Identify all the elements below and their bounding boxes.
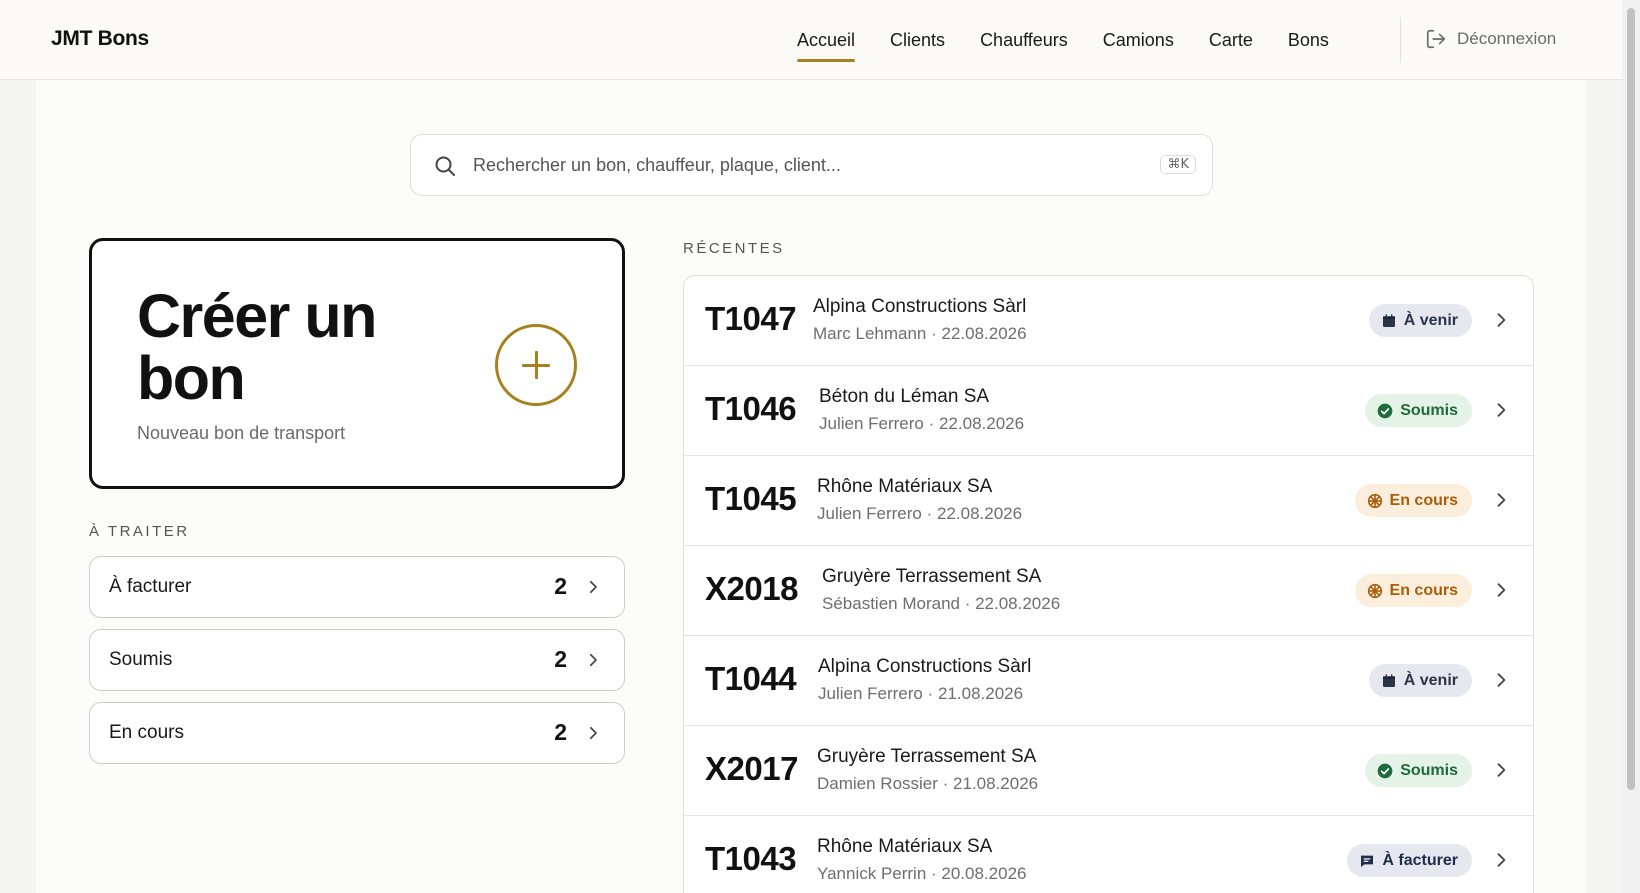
todo-label: Soumis — [109, 649, 173, 670]
bon-id: T1044 — [705, 660, 797, 697]
status-badge: À venir — [1368, 664, 1472, 697]
bon-client: Rhône Matériaux SA — [817, 836, 993, 857]
bon-client: Gruyère Terrassement SA — [817, 746, 1037, 767]
recent-row[interactable]: T1047 Alpina Constructions Sàrl Marc Leh… — [684, 276, 1533, 366]
recent-row[interactable]: X2018 Gruyère Terrassement SA Sébastien … — [684, 546, 1533, 636]
calendar-icon — [1382, 313, 1395, 327]
status-label: À venir — [1403, 311, 1458, 329]
recent-row[interactable]: T1045 Rhône Matériaux SA Julien Ferrero … — [684, 456, 1533, 546]
logout-button[interactable]: Déconnexion — [1425, 28, 1556, 50]
main-nav: Accueil Clients Chauffeurs Camions Carte… — [797, 0, 1364, 80]
chevron-right-icon — [589, 726, 597, 740]
chevron-right-icon — [1497, 853, 1506, 867]
create-bon-card[interactable]: Créer un bon Nouveau bon de transport — [89, 238, 625, 489]
bon-meta: Sébastien Morand · 22.08.2026 — [822, 594, 1061, 613]
recent-section-label: RÉCENTES — [683, 240, 785, 257]
bon-id: T1045 — [705, 480, 797, 517]
nav-item-chauffeurs[interactable]: Chauffeurs — [980, 0, 1068, 80]
nav-item-accueil[interactable]: Accueil — [797, 0, 856, 80]
chevron-right-icon — [1497, 493, 1506, 507]
status-label: À venir — [1403, 671, 1458, 689]
bon-id: T1043 — [705, 840, 797, 877]
nav-item-clients[interactable]: Clients — [890, 0, 945, 80]
top-navbar: JMT Bons Accueil Clients Chauffeurs Cami… — [0, 0, 1622, 80]
nav-item-bons[interactable]: Bons — [1288, 0, 1329, 80]
bon-meta: Yannick Perrin · 20.08.2026 — [817, 864, 1027, 883]
status-badge: En cours — [1354, 574, 1472, 607]
nav-divider — [1400, 17, 1401, 63]
todo-count: 2 — [554, 646, 567, 672]
bon-client: Béton du Léman SA — [819, 386, 990, 407]
status-badge: Soumis — [1365, 394, 1472, 427]
todo-label: En cours — [109, 722, 184, 743]
bon-meta: Marc Lehmann · 22.08.2026 — [813, 324, 1027, 343]
bon-meta: Julien Ferrero · 22.08.2026 — [817, 504, 1023, 523]
chevron-right-icon — [1497, 583, 1506, 597]
recent-row[interactable]: T1044 Alpina Constructions Sàrl Julien F… — [684, 636, 1533, 726]
scrollbar-thumb[interactable] — [1627, 8, 1635, 790]
logout-icon — [1426, 29, 1446, 49]
recent-row[interactable]: X2017 Gruyère Terrassement SA Damien Ros… — [684, 726, 1533, 816]
status-badge: En cours — [1354, 484, 1472, 517]
status-label: En cours — [1389, 581, 1458, 599]
bon-id: X2017 — [705, 750, 798, 787]
bon-id: T1046 — [705, 390, 797, 427]
todo-section-label: À TRAITER — [89, 523, 190, 540]
plus-circle-icon[interactable] — [495, 324, 577, 406]
calendar-icon — [1382, 673, 1395, 687]
status-label: En cours — [1389, 491, 1458, 509]
brand-logo[interactable]: JMT Bons — [51, 27, 149, 51]
recent-row[interactable]: T1046 Béton du Léman SA Julien Ferrero ·… — [684, 366, 1533, 456]
bon-meta: Damien Rossier · 21.08.2026 — [817, 774, 1039, 793]
search-input[interactable] — [473, 135, 1153, 195]
check-circle-icon — [1377, 763, 1393, 778]
search-icon — [435, 156, 455, 176]
todo-item-a-facturer[interactable]: À facturer 2 — [89, 556, 625, 618]
bon-id: T1047 — [705, 300, 797, 337]
status-label: Soumis — [1400, 401, 1458, 419]
bon-meta: Julien Ferrero · 22.08.2026 — [819, 414, 1025, 433]
bon-client: Rhône Matériaux SA — [817, 476, 993, 497]
nav-item-camions[interactable]: Camions — [1103, 0, 1174, 80]
todo-item-soumis[interactable]: Soumis 2 — [89, 629, 625, 691]
bon-client: Alpina Constructions Sàrl — [818, 656, 1032, 677]
todo-count: 2 — [554, 573, 567, 599]
chevron-right-icon — [589, 653, 597, 667]
bon-client: Alpina Constructions Sàrl — [813, 296, 1027, 317]
bon-meta: Julien Ferrero · 21.08.2026 — [818, 684, 1024, 703]
todo-item-en-cours[interactable]: En cours 2 — [89, 702, 625, 764]
chevron-right-icon — [1497, 313, 1506, 327]
chevron-right-icon — [1497, 403, 1506, 417]
status-label: À facturer — [1382, 851, 1458, 869]
chevron-right-icon — [589, 580, 597, 594]
todo-count: 2 — [554, 719, 567, 745]
nav-item-carte[interactable]: Carte — [1209, 0, 1253, 80]
recent-row[interactable]: T1043 Rhône Matériaux SA Yannick Perrin … — [684, 816, 1533, 893]
invoice-icon — [1361, 855, 1374, 867]
bon-id: X2018 — [705, 570, 798, 607]
wheel-icon — [1367, 493, 1382, 508]
status-badge: À facturer — [1347, 844, 1472, 877]
todo-label: À facturer — [109, 576, 192, 597]
logout-label: Déconnexion — [1457, 29, 1557, 48]
chevron-right-icon — [1497, 763, 1506, 777]
wheel-icon — [1367, 583, 1382, 598]
recent-bons-list: T1047 Alpina Constructions Sàrl Marc Leh… — [683, 275, 1534, 893]
create-bon-title: Créer un bon — [137, 282, 377, 412]
check-circle-icon — [1377, 403, 1393, 418]
chevron-right-icon — [1497, 673, 1506, 687]
status-label: Soumis — [1400, 761, 1458, 779]
status-badge: Soumis — [1365, 754, 1472, 787]
global-search: ⌘K — [410, 134, 1213, 196]
shortcut-hint: ⌘K — [1160, 155, 1196, 174]
bon-client: Gruyère Terrassement SA — [822, 566, 1042, 587]
create-bon-subtitle: Nouveau bon de transport — [137, 423, 346, 443]
status-badge: À venir — [1368, 304, 1472, 337]
